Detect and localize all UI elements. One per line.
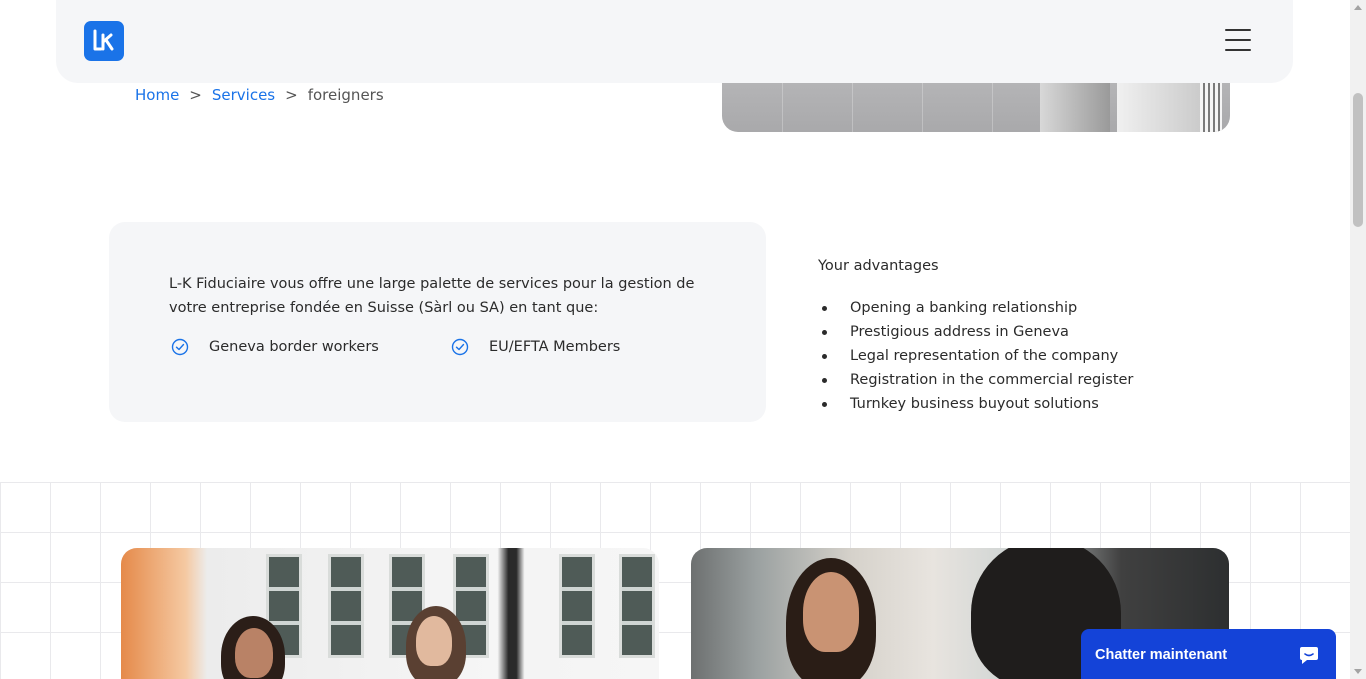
image-person-face [803, 572, 859, 652]
hamburger-menu-icon[interactable] [1225, 29, 1251, 51]
image-person-face [416, 616, 452, 666]
breadcrumb-services-link[interactable]: Services [212, 86, 275, 104]
image-window [559, 554, 595, 658]
office-meeting-image [121, 548, 659, 679]
eligibility-label: Geneva border workers [209, 339, 379, 355]
page-scrollbar[interactable] [1350, 0, 1366, 679]
image-window [328, 554, 364, 658]
scroll-down-icon[interactable] [1354, 669, 1362, 674]
advantage-item: Registration in the commercial register [818, 368, 1133, 392]
hamburger-line [1225, 49, 1251, 51]
hamburger-line [1225, 39, 1251, 41]
eligibility-item: Geneva border workers [171, 338, 451, 356]
advantages-section: Your advantages Opening a banking relati… [818, 258, 1133, 416]
advantage-item: Turnkey business buyout solutions [818, 392, 1133, 416]
eligibility-list: Geneva border workers EU/EFTA Members [171, 338, 620, 356]
advantage-item: Opening a banking relationship [818, 296, 1133, 320]
advantages-list: Opening a banking relationship Prestigio… [818, 296, 1133, 416]
lk-logo-mark-icon [93, 29, 114, 51]
breadcrumb-current: foreigners [307, 86, 384, 104]
scrollbar-thumb[interactable] [1353, 93, 1363, 227]
breadcrumb: Home > Services > foreigners [135, 86, 384, 104]
image-window [619, 554, 655, 658]
breadcrumb-separator: > [189, 86, 202, 104]
eligibility-item: EU/EFTA Members [451, 338, 620, 356]
breadcrumb-home-link[interactable]: Home [135, 86, 179, 104]
image-person-face [235, 628, 273, 678]
scroll-up-icon[interactable] [1354, 5, 1362, 10]
logo-icon[interactable] [84, 21, 124, 61]
chat-now-button[interactable]: Chatter maintenant [1081, 629, 1336, 679]
advantage-item: Legal representation of the company [818, 344, 1133, 368]
chat-bubble-icon [1300, 647, 1318, 664]
breadcrumb-separator: > [285, 86, 298, 104]
hamburger-line [1225, 29, 1251, 31]
chat-label: Chatter maintenant [1095, 647, 1228, 663]
services-info-card: L-K Fiduciaire vous offre une large pale… [109, 222, 766, 422]
advantages-title: Your advantages [818, 258, 939, 274]
services-description: L-K Fiduciaire vous offre une large pale… [169, 276, 695, 316]
check-circle-icon [171, 338, 189, 356]
site-header [56, 0, 1293, 83]
check-circle-icon [451, 338, 469, 356]
eligibility-label: EU/EFTA Members [489, 339, 621, 355]
advantage-item: Prestigious address in Geneva [818, 320, 1133, 344]
